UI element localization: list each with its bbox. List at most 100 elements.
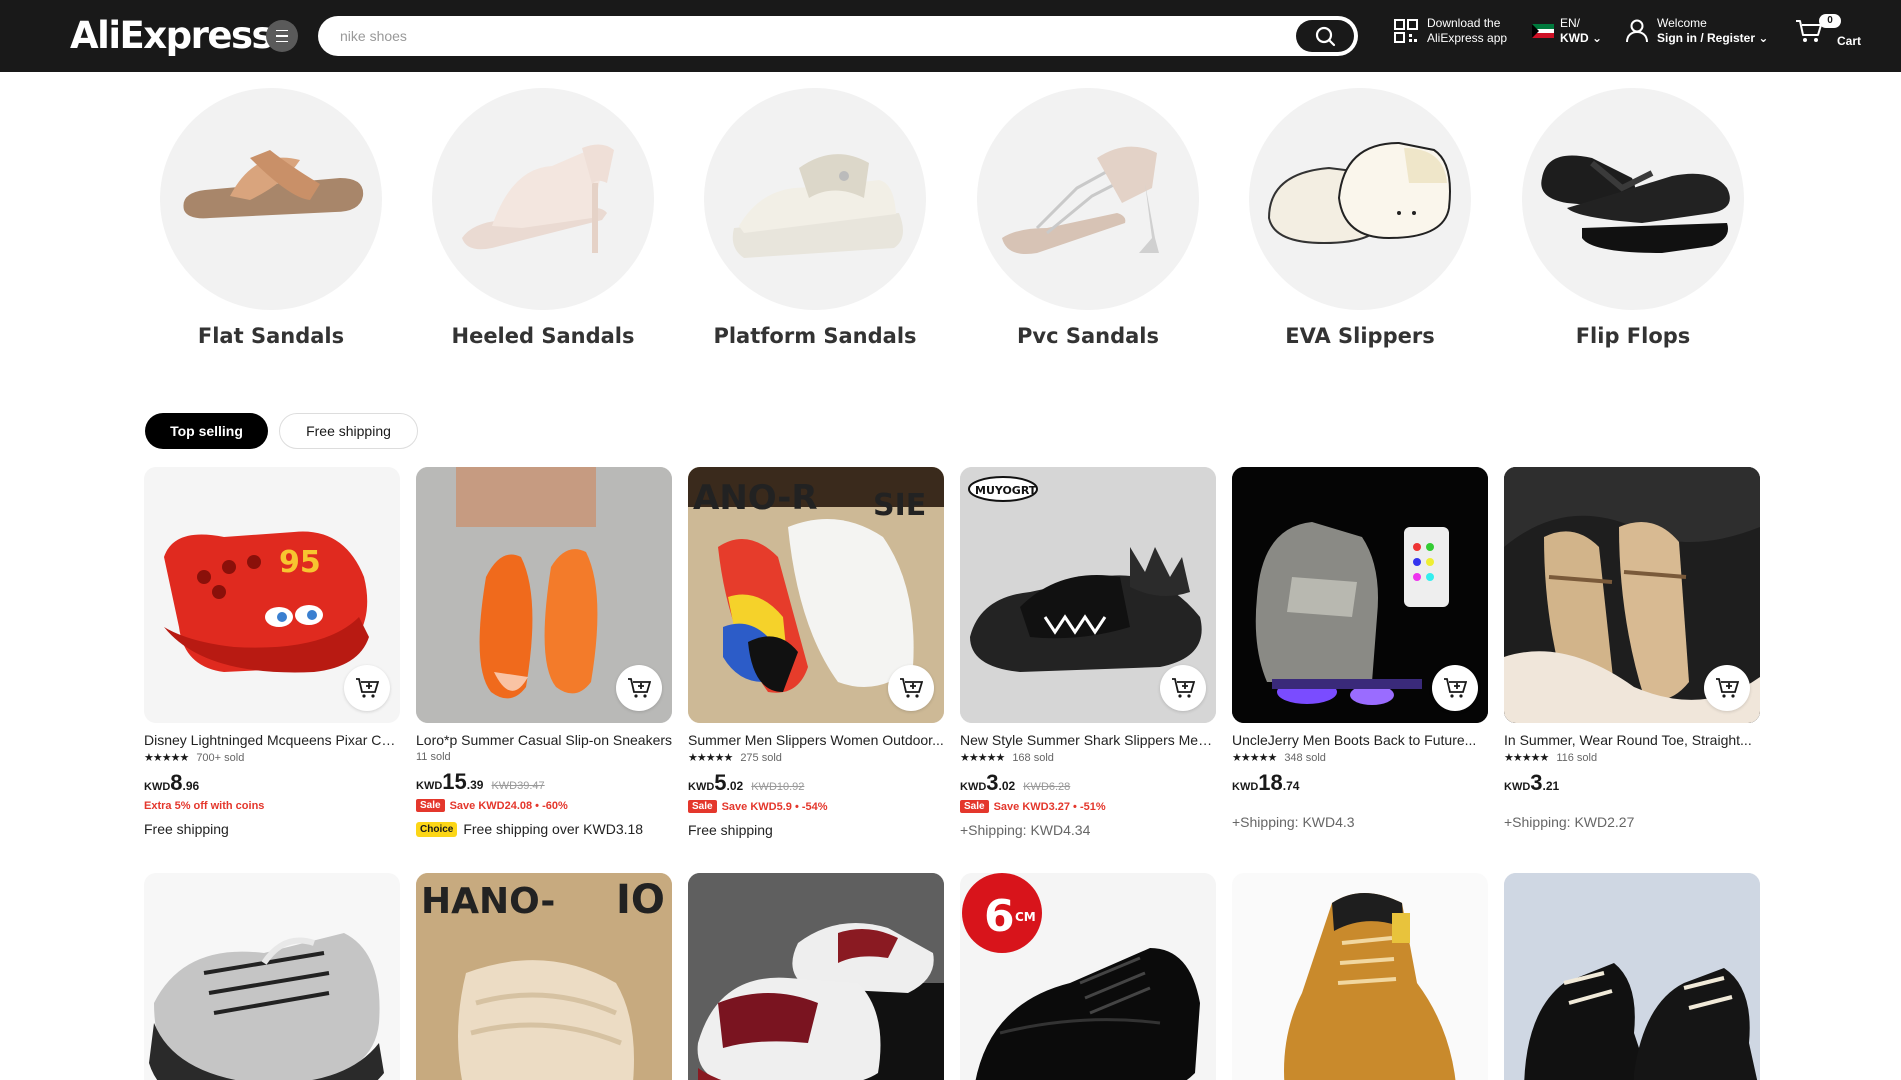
cart-button[interactable]: 0 Cart bbox=[1795, 14, 1861, 48]
product-card[interactable]: MUYOGRT New Style Summer Shark Slippers … bbox=[960, 467, 1216, 838]
add-to-cart-button[interactable] bbox=[1704, 665, 1750, 711]
price-integer: 18 bbox=[1258, 770, 1283, 795]
product-title[interactable]: Loro*p Summer Casual Slip-on Sneakers bbox=[416, 732, 672, 748]
sold-count: 116 sold bbox=[1556, 751, 1598, 764]
price-currency: KWD bbox=[1232, 781, 1259, 793]
svg-text:IO: IO bbox=[616, 877, 665, 923]
add-to-cart-button[interactable] bbox=[616, 665, 662, 711]
product-image bbox=[1232, 467, 1488, 723]
product-title[interactable]: UncleJerry Men Boots Back to Future... bbox=[1232, 732, 1488, 748]
language-currency-selector[interactable]: EN/ KWD ⌄ bbox=[1532, 16, 1602, 46]
search-input[interactable] bbox=[340, 25, 1260, 47]
cart-label: Cart bbox=[1837, 34, 1862, 48]
search-button[interactable] bbox=[1296, 20, 1354, 52]
shipping-info: Free shipping bbox=[688, 822, 773, 838]
category-eva-slippers[interactable]: EVA Slippers bbox=[1249, 88, 1471, 348]
product-image: 95 bbox=[144, 467, 400, 723]
price-decimal: .02 bbox=[998, 779, 1016, 793]
svg-text:HANO-: HANO- bbox=[421, 881, 555, 922]
product-card[interactable] bbox=[1504, 873, 1760, 1080]
download-app-link[interactable]: Download the AliExpress app bbox=[1393, 16, 1507, 46]
product-card[interactable]: ANO-R SIE Summer Men Slippers Women Outdo… bbox=[688, 467, 944, 838]
product-rating: ★★★★★ 116 sold bbox=[1504, 751, 1760, 765]
add-cart-icon bbox=[1716, 678, 1739, 698]
product-card[interactable] bbox=[1232, 873, 1488, 1080]
aliexpress-logo[interactable]: AliExpress bbox=[70, 14, 274, 58]
tab-free-shipping[interactable]: Free shipping bbox=[279, 413, 418, 449]
menu-button[interactable] bbox=[266, 20, 298, 52]
price-decimal: .02 bbox=[726, 779, 744, 793]
add-to-cart-button[interactable] bbox=[344, 665, 390, 711]
product-title[interactable]: Summer Men Slippers Women Outdoor... bbox=[688, 732, 944, 748]
product-image bbox=[1504, 873, 1760, 1080]
add-cart-icon bbox=[900, 678, 923, 698]
price-decimal: .96 bbox=[182, 779, 200, 793]
category-image bbox=[1522, 88, 1744, 310]
shipping-info: Choice Free shipping over KWD3.18 bbox=[416, 821, 672, 837]
price-currency: KWD bbox=[1504, 781, 1531, 793]
product-image bbox=[416, 467, 672, 723]
category-flip-flops[interactable]: Flip Flops bbox=[1522, 88, 1744, 348]
price-decimal: .39 bbox=[466, 778, 484, 792]
price-integer: 8 bbox=[170, 770, 183, 795]
product-title[interactable]: New Style Summer Shark Slippers Men... bbox=[960, 732, 1216, 748]
sold-count: 275 sold bbox=[740, 751, 782, 764]
star-rating: ★★★★★ bbox=[688, 752, 733, 764]
product-rating: ★★★★★ 275 sold bbox=[688, 751, 944, 765]
category-flat-sandals[interactable]: Flat Sandals bbox=[160, 88, 382, 348]
add-to-cart-button[interactable] bbox=[1160, 665, 1206, 711]
product-title[interactable]: Disney Lightninged Mcqueens Pixar Cars..… bbox=[144, 732, 400, 748]
product-image bbox=[688, 873, 944, 1080]
product-image: 6 CM bbox=[960, 873, 1216, 1080]
category-image bbox=[977, 88, 1199, 310]
price-integer: 3 bbox=[986, 770, 999, 795]
svg-text:95: 95 bbox=[279, 545, 321, 580]
product-card[interactable]: Loro*p Summer Casual Slip-on Sneakers 11… bbox=[416, 467, 672, 837]
category-heeled-sandals[interactable]: Heeled Sandals bbox=[432, 88, 654, 348]
price-currency: KWD bbox=[688, 781, 715, 793]
add-to-cart-button[interactable] bbox=[1432, 665, 1478, 711]
product-card[interactable] bbox=[144, 873, 400, 1080]
product-price: KWD 3.21 bbox=[1504, 770, 1760, 796]
savings-text: Save KWD24.08 • -60% bbox=[449, 799, 568, 812]
product-card[interactable]: 95 Disney Lightninged Mcqueens Pixar Car… bbox=[144, 467, 400, 837]
hamburger-icon bbox=[276, 28, 288, 45]
category-label: Pvc Sandals bbox=[1017, 324, 1159, 348]
savings-text: Save KWD5.9 • -54% bbox=[721, 800, 828, 813]
product-rating: ★★★★★ 168 sold bbox=[960, 751, 1216, 765]
search-bar bbox=[318, 16, 1358, 56]
add-cart-icon bbox=[356, 678, 379, 698]
star-rating: ★★★★★ bbox=[144, 752, 189, 764]
sale-badge: Sale bbox=[688, 800, 717, 813]
sign-in-link[interactable]: Sign in / Register bbox=[1657, 31, 1755, 45]
tab-top-selling[interactable]: Top selling bbox=[145, 413, 268, 449]
category-label: Heeled Sandals bbox=[451, 324, 635, 348]
category-image bbox=[432, 88, 654, 310]
top-header: AliExpress Download the AliExpress app E… bbox=[0, 0, 1901, 72]
account-menu[interactable]: Welcome Sign in / Register ⌄ bbox=[1625, 16, 1768, 46]
product-rating: ★★★★★ 348 sold bbox=[1232, 751, 1488, 765]
product-price: KWD 15.39 KWD39.47 bbox=[416, 769, 672, 795]
original-price: KWD10.92 bbox=[751, 781, 805, 793]
star-rating: ★★★★★ bbox=[960, 752, 1005, 764]
sale-promo: Sale Save KWD24.08 • -60% bbox=[416, 799, 672, 812]
add-cart-icon bbox=[1444, 678, 1467, 698]
product-rating: 11 sold bbox=[416, 751, 672, 763]
kuwait-flag-icon bbox=[1532, 24, 1554, 38]
category-pvc-sandals[interactable]: Pvc Sandals bbox=[977, 88, 1199, 348]
product-image: MUYOGRT bbox=[960, 467, 1216, 723]
svg-text:MUYOGRT: MUYOGRT bbox=[975, 484, 1037, 497]
category-platform-sandals[interactable]: Platform Sandals bbox=[704, 88, 926, 348]
product-card[interactable]: HANO- IO bbox=[416, 873, 672, 1080]
product-card[interactable]: In Summer, Wear Round Toe, Straight... ★… bbox=[1504, 467, 1760, 830]
shipping-info: +Shipping: KWD4.34 bbox=[960, 822, 1091, 838]
product-card[interactable]: UncleJerry Men Boots Back to Future... ★… bbox=[1232, 467, 1488, 830]
product-card[interactable]: 6 CM bbox=[960, 873, 1216, 1080]
currency-label: KWD bbox=[1560, 31, 1589, 45]
sold-count: 700+ sold bbox=[196, 751, 245, 764]
add-to-cart-button[interactable] bbox=[888, 665, 934, 711]
product-card[interactable] bbox=[688, 873, 944, 1080]
original-price: KWD39.47 bbox=[491, 780, 545, 792]
svg-text:ANO-R: ANO-R bbox=[693, 478, 818, 518]
product-title[interactable]: In Summer, Wear Round Toe, Straight... bbox=[1504, 732, 1760, 748]
